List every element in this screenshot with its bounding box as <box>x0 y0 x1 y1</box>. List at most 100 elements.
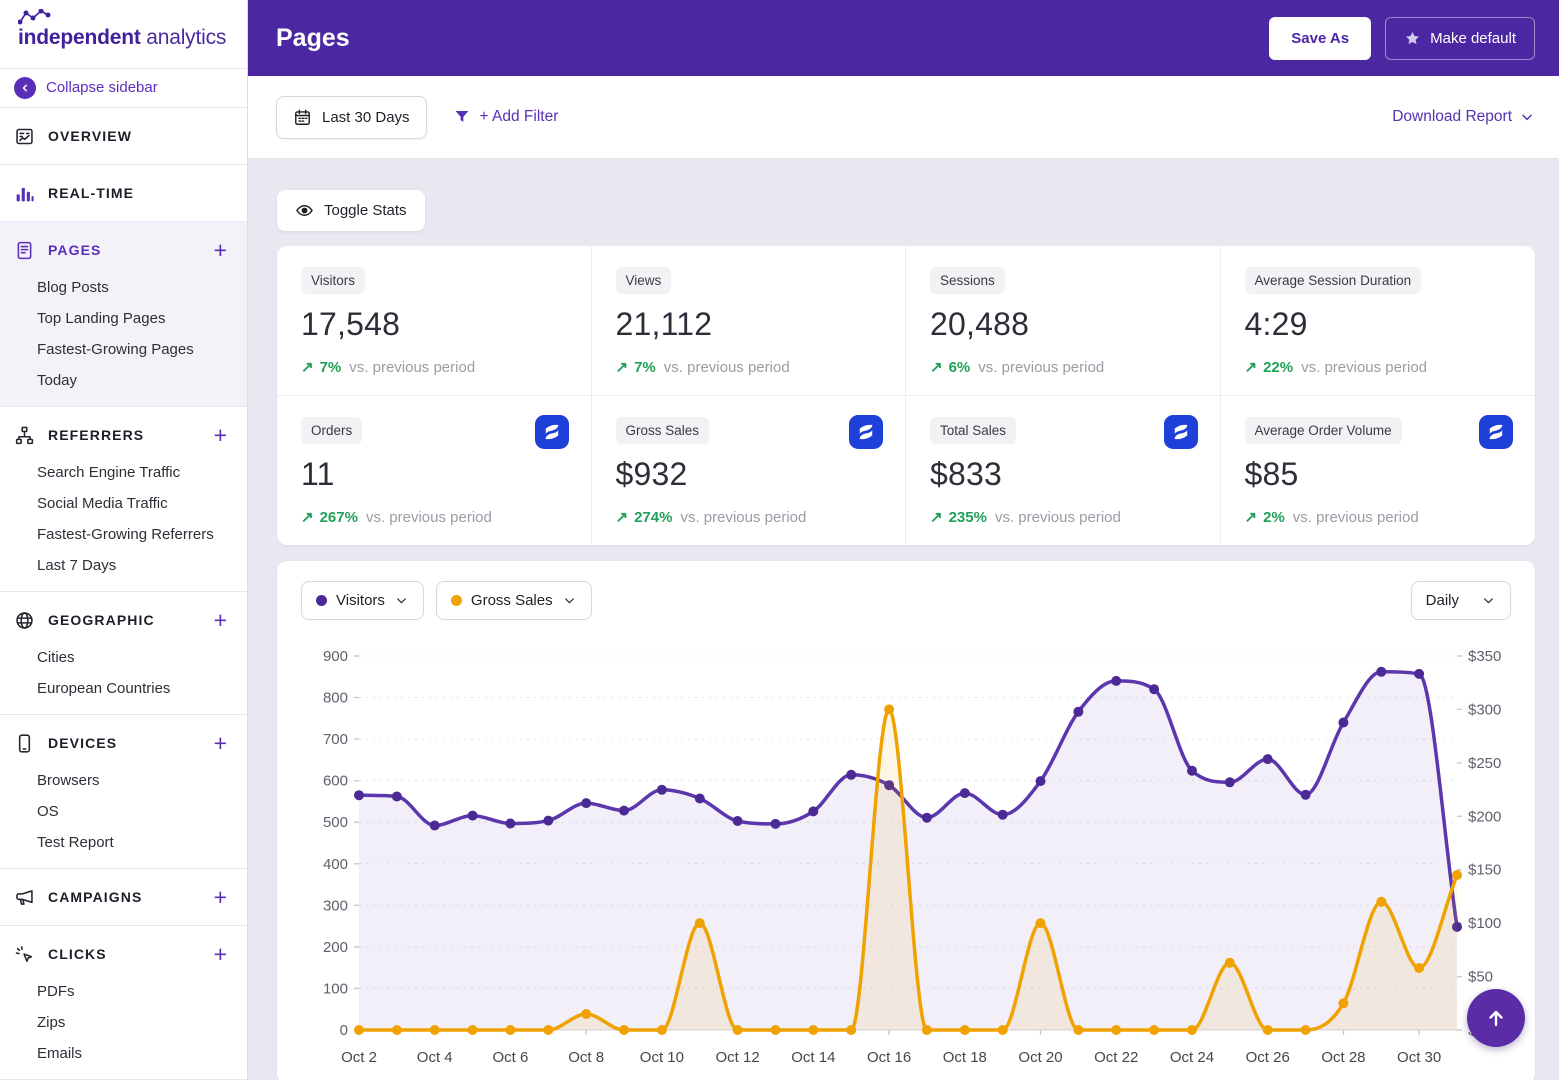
sidebar-section-referrers: REFERRERS + Search Engine TrafficSocial Me… <box>0 407 247 592</box>
stat-card-gross-sales: Gross Sales$932 ↗ 274% vs. previous peri… <box>592 396 907 545</box>
sidebar-item-devices[interactable]: DEVICES+ <box>0 721 247 765</box>
sidebar-subitem-social-media-traffic[interactable]: Social Media Traffic <box>0 488 247 519</box>
stat-delta-percent: 267% <box>320 509 358 526</box>
sidebar-section-clicks: CLICKS+PDFsZipsEmails <box>0 926 247 1080</box>
sidebar-subitem-search-engine-traffic[interactable]: Search Engine Traffic <box>0 457 247 488</box>
stat-delta-note: vs. previous period <box>349 359 475 376</box>
sidebar-section-pages: PAGES+Blog PostsTop Landing PagesFastest… <box>0 222 247 407</box>
svg-text:0: 0 <box>340 1022 348 1039</box>
series-selector-gross-sales[interactable]: Gross Sales <box>436 581 592 620</box>
ecommerce-plugin-icon <box>1479 415 1513 449</box>
sidebar-subitem-last-7-days[interactable]: Last 7 Days <box>0 550 247 581</box>
sidebar-subitem-european-countries[interactable]: European Countries <box>0 673 247 704</box>
sidebar-subitem-today[interactable]: Today <box>0 365 247 396</box>
sidebar-item-pages[interactable]: PAGES+ <box>0 228 247 272</box>
stat-card-visitors: Visitors17,548 ↗ 7% vs. previous period <box>277 246 592 396</box>
svg-text:$150: $150 <box>1468 862 1501 879</box>
add-campaigns-report-button[interactable]: + <box>214 886 227 909</box>
stat-delta: ↗ 267% vs. previous period <box>301 508 567 526</box>
make-default-label: Make default <box>1430 30 1516 47</box>
sidebar-subitem-fastest-growing-referrers[interactable]: Fastest-Growing Referrers <box>0 519 247 550</box>
date-range-label: Last 30 Days <box>322 109 410 126</box>
sidebar-subitem-cities[interactable]: Cities <box>0 642 247 673</box>
svg-text:100: 100 <box>323 980 348 997</box>
sidebar-section-overview: OVERVIEW <box>0 108 247 165</box>
ecommerce-plugin-icon <box>849 415 883 449</box>
download-report-button[interactable]: Download Report <box>1392 108 1535 126</box>
stat-delta-percent: 235% <box>949 509 987 526</box>
stat-delta: ↗ 22% vs. previous period <box>1245 358 1512 376</box>
scroll-to-top-button[interactable] <box>1467 989 1525 1047</box>
main-area: Pages Save As Make default Last 30 Days <box>248 0 1559 1080</box>
visitors-series-dot <box>316 595 327 606</box>
bar-chart-icon <box>14 183 35 204</box>
sidebar-item-overview[interactable]: OVERVIEW <box>0 114 247 158</box>
ecommerce-plugin-icon <box>535 415 569 449</box>
trend-up-icon: ↗ <box>616 508 629 526</box>
sidebar-item-campaigns[interactable]: CAMPAIGNS+ <box>0 875 247 919</box>
stat-value: $932 <box>616 456 882 493</box>
svg-text:$250: $250 <box>1468 755 1501 772</box>
sidebar-item-referrers[interactable]: REFERRERS + <box>0 413 247 457</box>
sidebar-subitem-os[interactable]: OS <box>0 796 247 827</box>
add-clicks-report-button[interactable]: + <box>214 943 227 966</box>
add-filter-button[interactable]: + Add Filter <box>453 108 559 126</box>
sidebar-section-real-time: REAL-TIME <box>0 165 247 222</box>
sidebar-item-geographic[interactable]: GEOGRAPHIC + <box>0 598 247 642</box>
eye-icon <box>295 201 314 220</box>
stat-value: 4:29 <box>1245 306 1512 343</box>
stat-label: Orders <box>301 417 362 444</box>
add-referrers-report-button[interactable]: + <box>214 424 227 447</box>
sidebar-subitem-pdfs[interactable]: PDFs <box>0 976 247 1007</box>
star-icon <box>1404 30 1421 47</box>
svg-text:$350: $350 <box>1468 648 1501 665</box>
sidebar-subitem-zips[interactable]: Zips <box>0 1007 247 1038</box>
svg-text:Oct 6: Oct 6 <box>493 1049 529 1066</box>
chevron-down-icon <box>394 593 409 608</box>
trend-up-icon: ↗ <box>616 358 629 376</box>
toggle-stats-button[interactable]: Toggle Stats <box>277 190 425 231</box>
svg-text:$200: $200 <box>1468 808 1501 825</box>
interval-select[interactable]: Daily <box>1411 581 1511 620</box>
stat-card-average-order-volume: Average Order Volume$85 ↗ 2% vs. previou… <box>1221 396 1536 545</box>
svg-text:Oct 10: Oct 10 <box>640 1049 684 1066</box>
partially-visible-card <box>280 1069 408 1080</box>
make-default-button[interactable]: Make default <box>1385 17 1535 60</box>
sidebar-item-clicks[interactable]: CLICKS+ <box>0 932 247 976</box>
stat-value: $833 <box>930 456 1196 493</box>
svg-text:Oct 24: Oct 24 <box>1170 1049 1214 1066</box>
sidebar-subitem-top-landing-pages[interactable]: Top Landing Pages <box>0 303 247 334</box>
sidebar-item-real-time[interactable]: REAL-TIME <box>0 171 247 215</box>
sidebar-subitem-blog-posts[interactable]: Blog Posts <box>0 272 247 303</box>
sidebar-subitem-emails[interactable]: Emails <box>0 1038 247 1069</box>
sidebar-section-label: REFERRERS <box>48 427 201 443</box>
save-as-button[interactable]: Save As <box>1269 17 1371 60</box>
add-pages-report-button[interactable]: + <box>214 239 227 262</box>
download-report-label: Download Report <box>1392 108 1512 126</box>
series-selector-visitors[interactable]: Visitors <box>301 581 424 620</box>
stat-label: Visitors <box>301 267 365 294</box>
stat-delta-percent: 7% <box>320 359 342 376</box>
sidebar-subitem-test-report[interactable]: Test Report <box>0 827 247 858</box>
sidebar-subitem-browsers[interactable]: Browsers <box>0 765 247 796</box>
stat-label: Average Order Volume <box>1245 417 1402 444</box>
date-range-button[interactable]: Last 30 Days <box>276 96 427 139</box>
logo-chart-doodle-icon <box>18 9 52 30</box>
page-title: Pages <box>276 24 1269 53</box>
stat-card-views: Views21,112 ↗ 7% vs. previous period <box>592 246 907 396</box>
sidebar-subitem-fastest-growing-pages[interactable]: Fastest-Growing Pages <box>0 334 247 365</box>
svg-text:Oct 18: Oct 18 <box>943 1049 987 1066</box>
chevron-down-icon <box>1519 109 1535 125</box>
toggle-stats-label: Toggle Stats <box>324 202 407 219</box>
stat-delta-note: vs. previous period <box>995 509 1121 526</box>
device-icon <box>14 733 35 754</box>
app-logo[interactable]: independent analytics <box>0 0 247 68</box>
report-icon <box>14 126 35 147</box>
chevron-down-icon <box>1481 593 1496 608</box>
sidebar-section-label: GEOGRAPHIC <box>48 612 201 628</box>
collapse-sidebar-button[interactable]: Collapse sidebar <box>0 68 247 108</box>
add-devices-report-button[interactable]: + <box>214 732 227 755</box>
sidebar: independent analytics Collapse sidebar O… <box>0 0 248 1080</box>
add-geographic-report-button[interactable]: + <box>214 609 227 632</box>
sidebar-section-campaigns: CAMPAIGNS+ <box>0 869 247 926</box>
